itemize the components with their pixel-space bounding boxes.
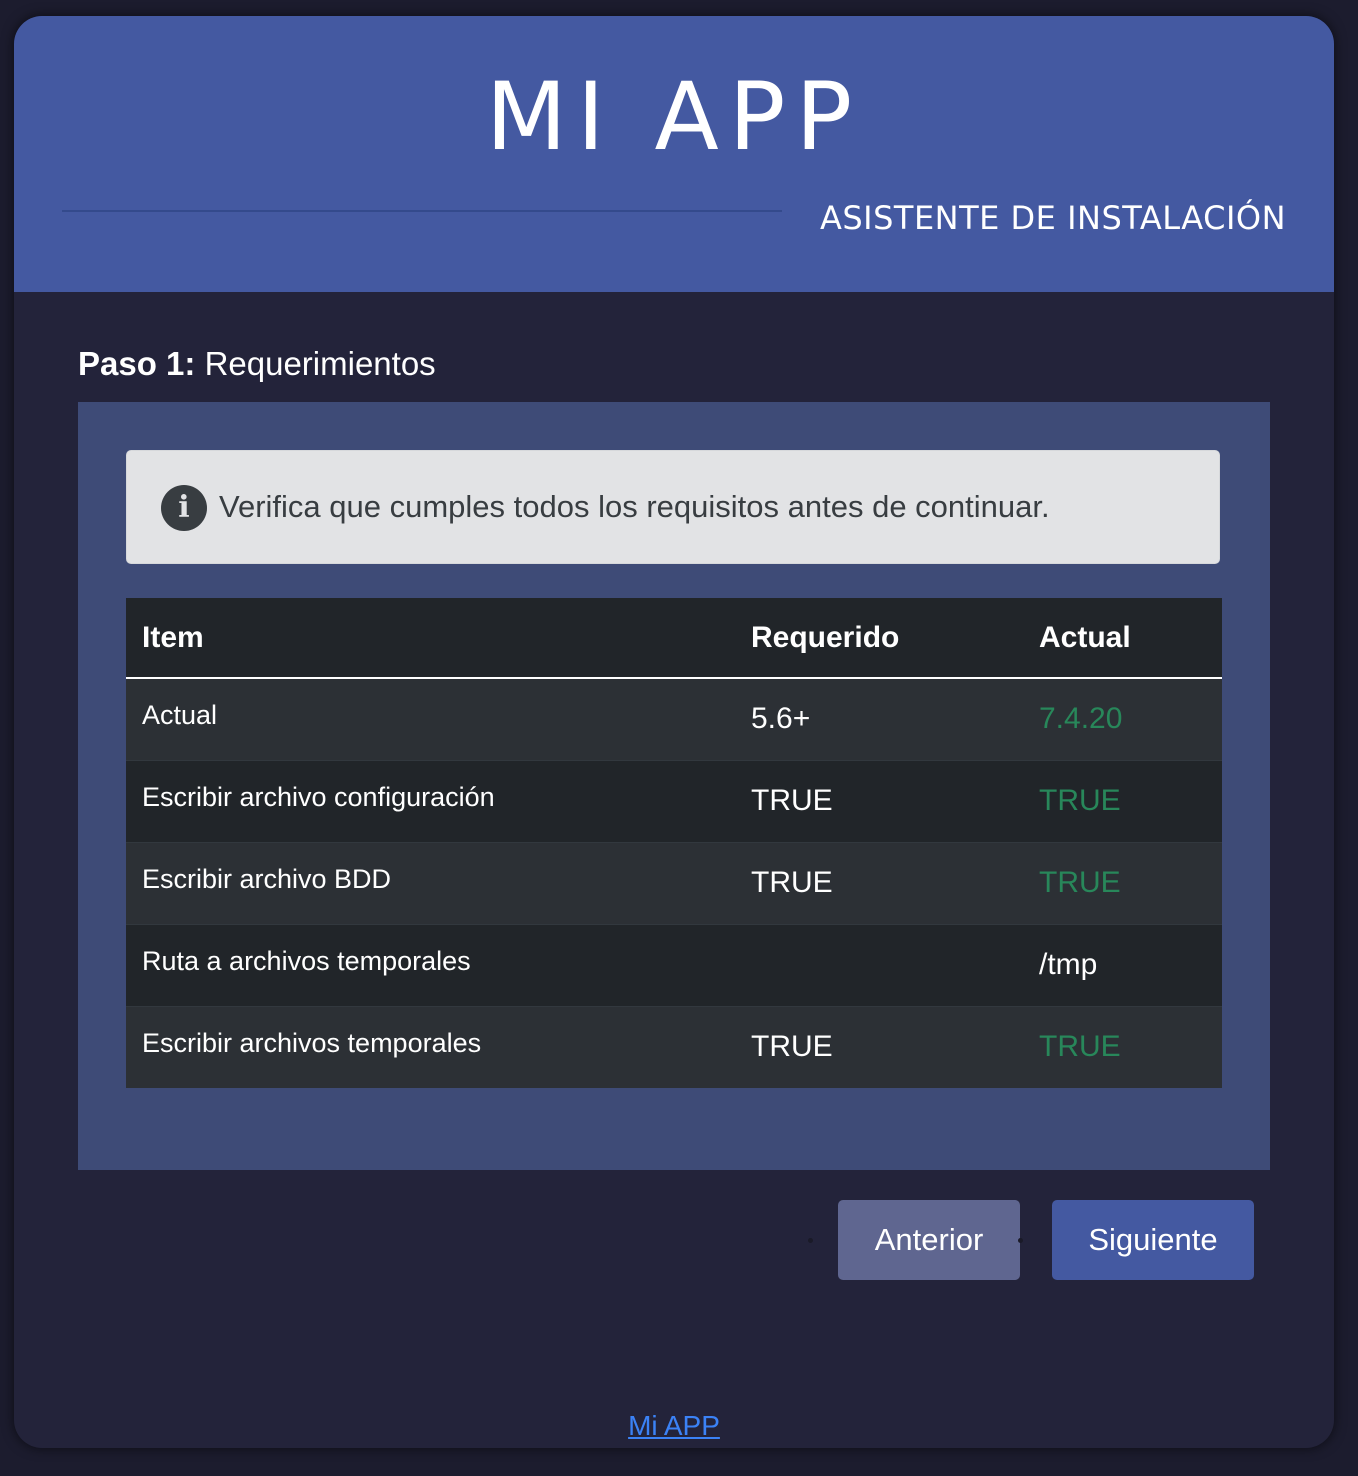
info-alert: i Verifica que cumples todos los requisi… [126,450,1220,564]
cell-required: TRUE [735,759,1023,842]
step-number: Paso 1: [78,345,196,382]
table-row: Ruta a archivos temporales /tmp [126,923,1222,1006]
cell-required: 5.6+ [735,677,1023,760]
table-row: Escribir archivos temporales TRUE TRUE [126,1005,1222,1088]
table-row: Actual 5.6+ 7.4.20 [126,677,1222,760]
cell-required [735,923,1023,1006]
cell-item: Escribir archivos temporales [126,1005,735,1088]
cell-actual: TRUE [1023,759,1222,842]
cell-item: Ruta a archivos temporales [126,923,735,1006]
cell-actual: TRUE [1023,841,1222,924]
decorative-dot [808,1238,813,1243]
cell-required: TRUE [735,841,1023,924]
app-subtitle: ASISTENTE DE INSTALACIÓN [819,199,1286,237]
column-header-item: Item [126,598,735,679]
step-heading: Paso 1: Requerimientos [78,342,436,386]
cell-required: TRUE [735,1005,1023,1088]
table-header-row: Item Requerido Actual [126,598,1222,679]
cell-item: Escribir archivo configuración [126,759,735,842]
header-divider [62,210,782,212]
footer: Mi APP [14,1408,1334,1444]
cell-actual: 7.4.20 [1023,677,1222,760]
decorative-dot [1018,1238,1023,1243]
previous-button[interactable]: Anterior [838,1200,1020,1280]
cell-actual: /tmp [1023,923,1222,1006]
info-circle-icon: i [161,485,207,531]
installer-window: MI APP ASISTENTE DE INSTALACIÓN Paso 1: … [14,16,1334,1448]
requirements-panel: i Verifica que cumples todos los requisi… [78,402,1270,1170]
step-name: Requerimientos [204,345,436,382]
app-title: MI APP [485,63,863,172]
alert-text: Verifica que cumples todos los requisito… [219,489,1050,524]
cell-item: Escribir archivo BDD [126,841,735,924]
next-button[interactable]: Siguiente [1052,1200,1254,1280]
column-header-actual: Actual [1023,598,1222,679]
requirements-table: Item Requerido Actual Actual 5.6+ 7.4.20… [126,598,1222,1088]
cell-item: Actual [126,677,735,760]
cell-actual: TRUE [1023,1005,1222,1088]
column-header-required: Requerido [735,598,1023,679]
table-row: Escribir archivo BDD TRUE TRUE [126,841,1222,924]
footer-app-link[interactable]: Mi APP [628,1410,720,1441]
header-banner: MI APP ASISTENTE DE INSTALACIÓN [14,16,1334,292]
table-row: Escribir archivo configuración TRUE TRUE [126,759,1222,842]
